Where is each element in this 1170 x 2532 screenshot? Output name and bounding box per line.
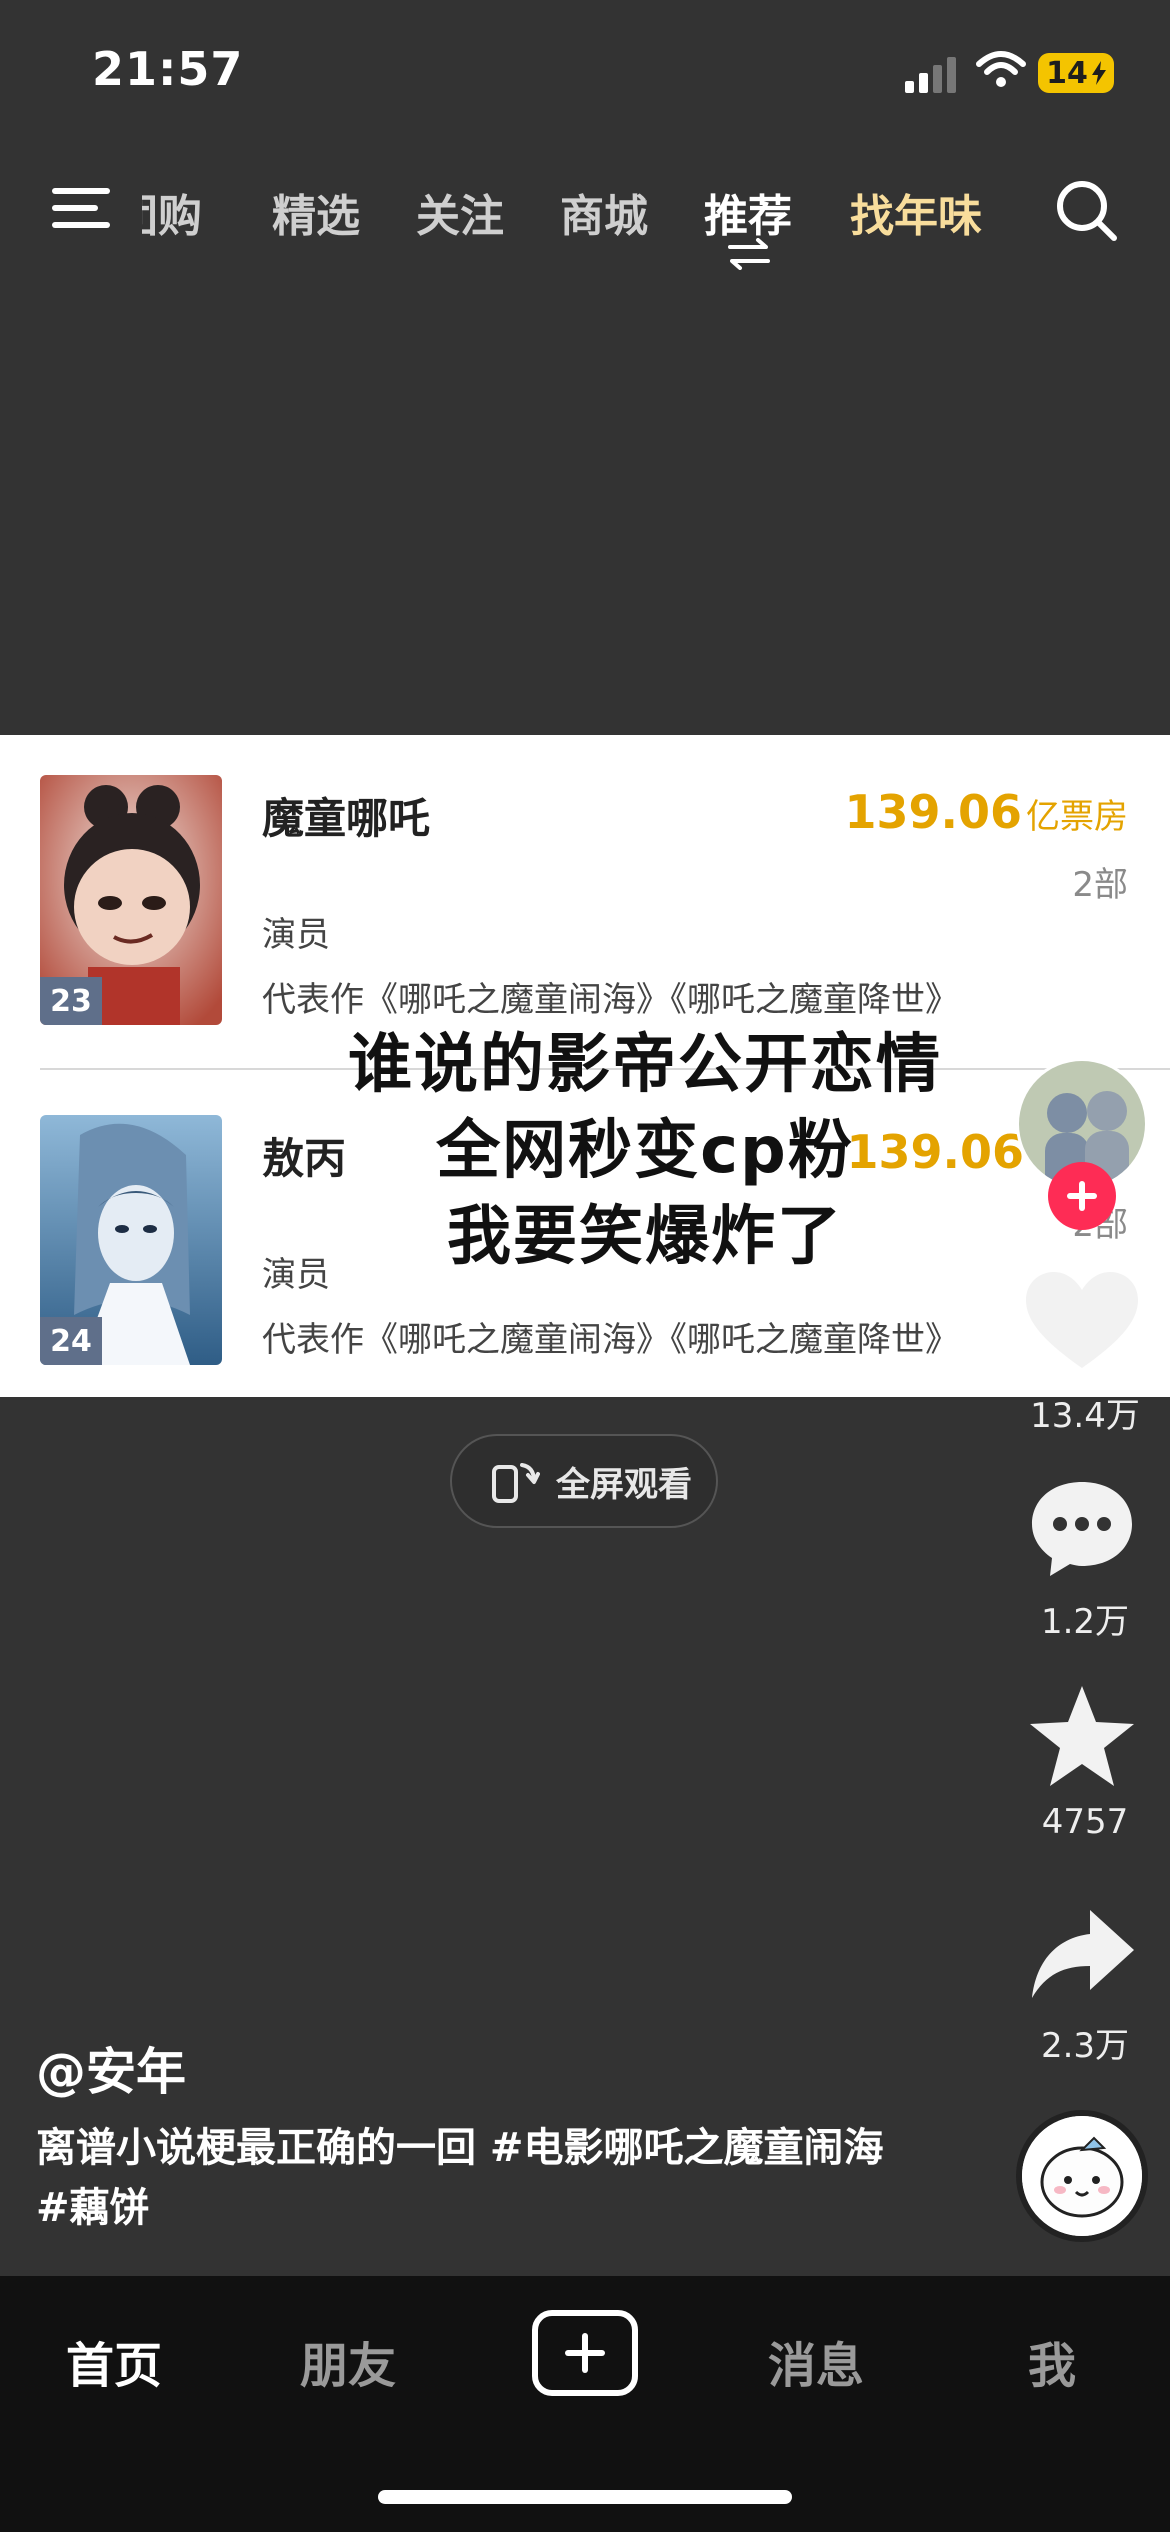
charging-bolt-icon bbox=[1091, 61, 1106, 85]
battery-level: 14 bbox=[1046, 55, 1088, 91]
music-disc[interactable] bbox=[1016, 2110, 1148, 2242]
top-nav: 团购 精选 关注 商城 推荐 找年味 bbox=[0, 150, 1170, 270]
wifi-icon bbox=[976, 51, 1026, 87]
poster-image: 23 bbox=[40, 775, 222, 1025]
ranking-row[interactable]: 23 魔童哪吒 演员 代表作《哪吒之魔童闹海》《哪吒之魔童降世》 139.06 … bbox=[0, 735, 1170, 1065]
nav-home[interactable]: 首页 bbox=[66, 2326, 162, 2396]
box-office: 139.06 亿票房 bbox=[844, 785, 1128, 839]
rank-badge: 24 bbox=[40, 1317, 102, 1365]
film-count: 2部 bbox=[1072, 865, 1128, 905]
box-office-value: 139.06 bbox=[844, 785, 1022, 839]
video-caption-overlay: 谁说的影帝公开恋情 全网秒变cp粉 我要笑爆炸了 bbox=[300, 1022, 990, 1280]
share-icon[interactable] bbox=[1022, 1900, 1142, 2010]
bottom-nav: 首页 朋友 消息 我 bbox=[0, 2276, 1170, 2532]
swap-icon[interactable] bbox=[726, 238, 772, 270]
entry-name: 魔童哪吒 bbox=[262, 794, 431, 843]
box-office-unit: 亿票房 bbox=[1026, 797, 1128, 837]
nav-tabs: 团购 精选 关注 商城 推荐 找年味 bbox=[142, 180, 1022, 240]
nav-me[interactable]: 我 bbox=[1028, 2326, 1076, 2396]
caption-line: 我要笑爆炸了 bbox=[447, 1200, 843, 1274]
star-icon[interactable] bbox=[1022, 1682, 1142, 1792]
share-count: 2.3万 bbox=[1040, 2026, 1130, 2066]
comment-count: 1.2万 bbox=[1040, 1602, 1130, 1642]
follow-button[interactable] bbox=[1048, 1162, 1116, 1230]
tab-group-buy[interactable]: 团购 bbox=[142, 180, 202, 240]
poster-image: 24 bbox=[40, 1115, 222, 1365]
tab-mall[interactable]: 商城 bbox=[560, 180, 648, 240]
tab-following[interactable]: 关注 bbox=[416, 180, 504, 240]
entry-works: 代表作《哪吒之魔童闹海》《哪吒之魔童降世》 bbox=[262, 1320, 959, 1360]
fullscreen-label: 全屏观看 bbox=[556, 1464, 692, 1505]
action-rail: 13.4万 1.2万 4757 2.3万 bbox=[1000, 1050, 1170, 2250]
caption-line: 全网秒变cp粉 bbox=[436, 1114, 854, 1188]
favorite-count: 4757 bbox=[1041, 1802, 1129, 1842]
like-count: 13.4万 bbox=[1030, 1396, 1140, 1436]
rank-badge: 23 bbox=[40, 977, 102, 1025]
menu-icon[interactable] bbox=[52, 182, 116, 234]
plus-icon bbox=[1067, 1181, 1097, 1211]
author-name[interactable]: @安年 bbox=[36, 2032, 186, 2104]
tab-recommended[interactable]: 推荐 bbox=[704, 180, 792, 240]
plus-icon bbox=[565, 2333, 605, 2373]
status-time: 21:57 bbox=[92, 42, 244, 96]
comment-icon[interactable] bbox=[1022, 1474, 1142, 1584]
entry-role: 演员 bbox=[262, 915, 330, 955]
tab-featured[interactable]: 精选 bbox=[272, 180, 360, 240]
fullscreen-button[interactable]: 全屏观看 bbox=[450, 1434, 718, 1528]
status-bar: 21:57 14 bbox=[0, 0, 1170, 140]
post-description[interactable]: 离谱小说梗最正确的一回 #电影哪吒之魔童闹海 #藕饼 bbox=[36, 2118, 916, 2238]
rotate-screen-icon bbox=[492, 1463, 540, 1503]
caption-line: 谁说的影帝公开恋情 bbox=[348, 1028, 942, 1102]
cellular-signal-icon bbox=[905, 57, 956, 93]
home-indicator bbox=[378, 2490, 792, 2504]
nav-friends[interactable]: 朋友 bbox=[300, 2326, 396, 2396]
entry-works: 代表作《哪吒之魔童闹海》《哪吒之魔童降世》 bbox=[262, 980, 959, 1020]
search-icon[interactable] bbox=[1052, 176, 1120, 244]
create-button[interactable] bbox=[532, 2310, 638, 2396]
tab-new-year[interactable]: 找年味 bbox=[850, 180, 982, 240]
battery-indicator: 14 bbox=[1038, 53, 1114, 93]
nav-messages[interactable]: 消息 bbox=[768, 2326, 864, 2396]
heart-icon[interactable] bbox=[1022, 1268, 1142, 1378]
